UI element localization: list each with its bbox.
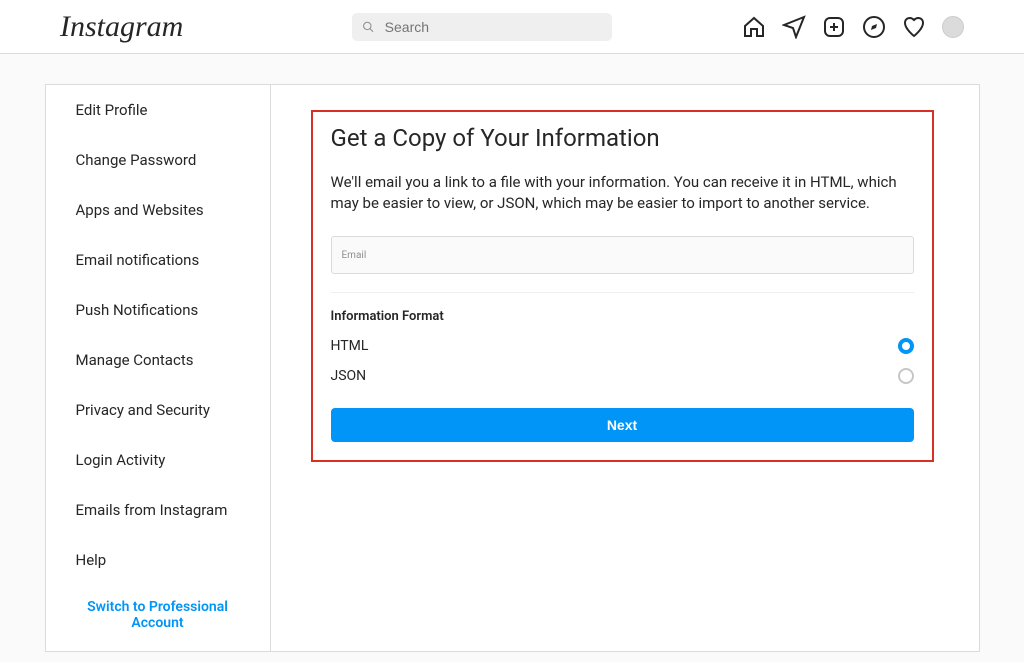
email-label: Email [342, 250, 903, 261]
highlight-box: Get a Copy of Your Information We'll ema… [311, 110, 934, 462]
radio-unchecked-icon [898, 368, 914, 384]
format-option-json[interactable]: JSON [331, 368, 914, 384]
sidebar-item-emails-instagram[interactable]: Emails from Instagram [46, 485, 270, 535]
page-description: We'll email you a link to a file with yo… [331, 172, 914, 214]
brand-logo[interactable]: Instagram [60, 10, 183, 44]
new-post-icon[interactable] [822, 15, 846, 39]
settings-content: Get a Copy of Your Information We'll ema… [271, 84, 980, 652]
sidebar-item-push-notifications[interactable]: Push Notifications [46, 285, 270, 335]
search-icon [362, 20, 375, 34]
switch-professional-link[interactable]: Switch to Professional Account [46, 585, 270, 651]
nav-icons [664, 15, 964, 39]
sidebar-item-help[interactable]: Help [46, 535, 270, 585]
separator [331, 292, 914, 293]
sidebar-item-change-password[interactable]: Change Password [46, 135, 270, 185]
sidebar-item-email-notifications[interactable]: Email notifications [46, 235, 270, 285]
next-button[interactable]: Next [331, 408, 914, 442]
page-title: Get a Copy of Your Information [331, 124, 914, 152]
search-box[interactable] [352, 13, 612, 41]
sidebar-item-privacy-security[interactable]: Privacy and Security [46, 385, 270, 435]
format-heading: Information Format [331, 309, 914, 324]
explore-icon[interactable] [862, 15, 886, 39]
home-icon[interactable] [742, 15, 766, 39]
sidebar-item-login-activity[interactable]: Login Activity [46, 435, 270, 485]
top-nav: Instagram [0, 0, 1024, 54]
settings-container: Edit Profile Change Password Apps and We… [45, 84, 980, 652]
format-option-html[interactable]: HTML [331, 338, 914, 354]
settings-sidebar: Edit Profile Change Password Apps and We… [45, 84, 271, 652]
format-option-html-label: HTML [331, 338, 369, 354]
email-field[interactable]: Email [331, 236, 914, 274]
messages-icon[interactable] [782, 15, 806, 39]
sidebar-item-edit-profile[interactable]: Edit Profile [46, 85, 270, 135]
sidebar-item-apps-websites[interactable]: Apps and Websites [46, 185, 270, 235]
activity-icon[interactable] [902, 15, 926, 39]
profile-avatar[interactable] [942, 16, 964, 38]
format-option-json-label: JSON [331, 368, 367, 384]
sidebar-item-manage-contacts[interactable]: Manage Contacts [46, 335, 270, 385]
radio-checked-icon [898, 338, 914, 354]
logo-area: Instagram [60, 10, 300, 44]
search-input[interactable] [385, 19, 602, 35]
